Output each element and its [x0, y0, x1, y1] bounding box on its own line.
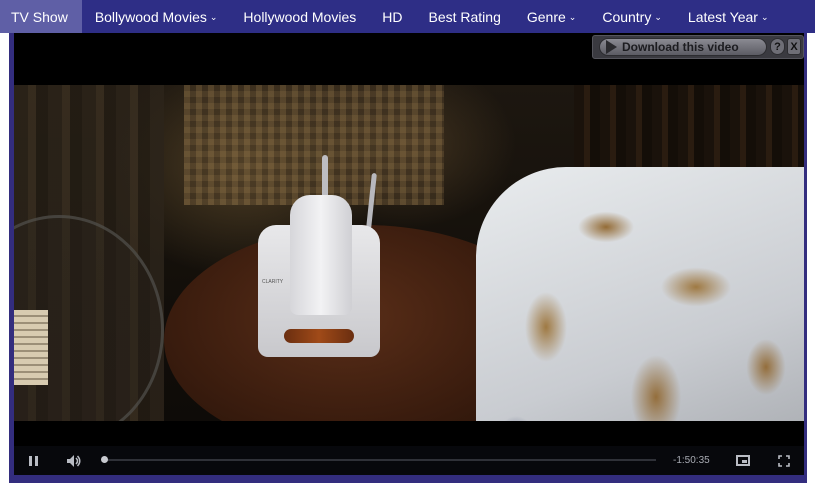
download-label: Download this video: [622, 40, 739, 54]
nav-item-country[interactable]: Country ⌄: [589, 0, 675, 33]
seek-handle[interactable]: [101, 456, 108, 463]
volume-button[interactable]: [64, 446, 84, 475]
nav-label: Bollywood Movies: [94, 8, 207, 25]
papers: [14, 310, 48, 385]
fullscreen-icon: [778, 454, 790, 467]
fullscreen-button[interactable]: [774, 446, 794, 475]
nav-item-best-rating[interactable]: Best Rating: [415, 0, 513, 33]
chevron-down-icon: ⌄: [209, 12, 218, 22]
nav-label: Country: [602, 8, 652, 25]
floral-chair: [476, 167, 804, 421]
phone-display: [284, 329, 354, 343]
nav-item-genre[interactable]: Genre ⌄: [514, 0, 589, 33]
chevron-down-icon: ⌄: [568, 12, 577, 22]
time-remaining: -1:50:35: [673, 455, 710, 466]
download-video-button[interactable]: Download this video: [599, 38, 767, 56]
video-player[interactable]: CLARITY: [14, 33, 804, 475]
nav-item-hd[interactable]: HD: [369, 0, 415, 33]
pause-button[interactable]: [24, 446, 42, 475]
nav-label: HD: [382, 8, 403, 25]
nav-label: TV Show: [11, 8, 68, 25]
picture-in-picture-icon: [736, 455, 750, 466]
video-frame[interactable]: CLARITY: [14, 85, 804, 421]
chevron-down-icon: ⌄: [760, 12, 769, 22]
nav-label: Hollywood Movies: [243, 8, 357, 25]
play-icon: [606, 40, 617, 54]
antenna: [322, 155, 328, 199]
chevron-down-icon: ⌄: [654, 12, 662, 22]
close-download-button[interactable]: X: [787, 38, 801, 55]
player-controls: -1:50:35: [14, 446, 804, 475]
nav-item-tv-show[interactable]: TV Show: [0, 0, 82, 33]
pause-icon: [34, 455, 38, 466]
nav-item-hollywood-movies[interactable]: Hollywood Movies: [230, 0, 369, 33]
phone-brand: CLARITY: [262, 279, 284, 285]
help-button[interactable]: ?: [770, 38, 785, 55]
nav-label: Latest Year: [687, 8, 758, 25]
nav-label: Genre: [526, 8, 566, 25]
picture-in-picture-button[interactable]: [732, 446, 754, 475]
volume-icon: [67, 454, 81, 467]
nav-item-bollywood-movies[interactable]: Bollywood Movies ⌄: [82, 0, 231, 33]
nav-item-latest-year[interactable]: Latest Year ⌄: [675, 0, 782, 33]
pause-icon: [28, 455, 32, 466]
seek-bar[interactable]: [104, 459, 656, 461]
phone-handset: [290, 195, 352, 315]
window-blind: [184, 85, 444, 205]
nav-label: Best Rating: [428, 8, 501, 25]
top-nav: TV Show Bollywood Movies ⌄ Hollywood Movi…: [0, 0, 815, 33]
